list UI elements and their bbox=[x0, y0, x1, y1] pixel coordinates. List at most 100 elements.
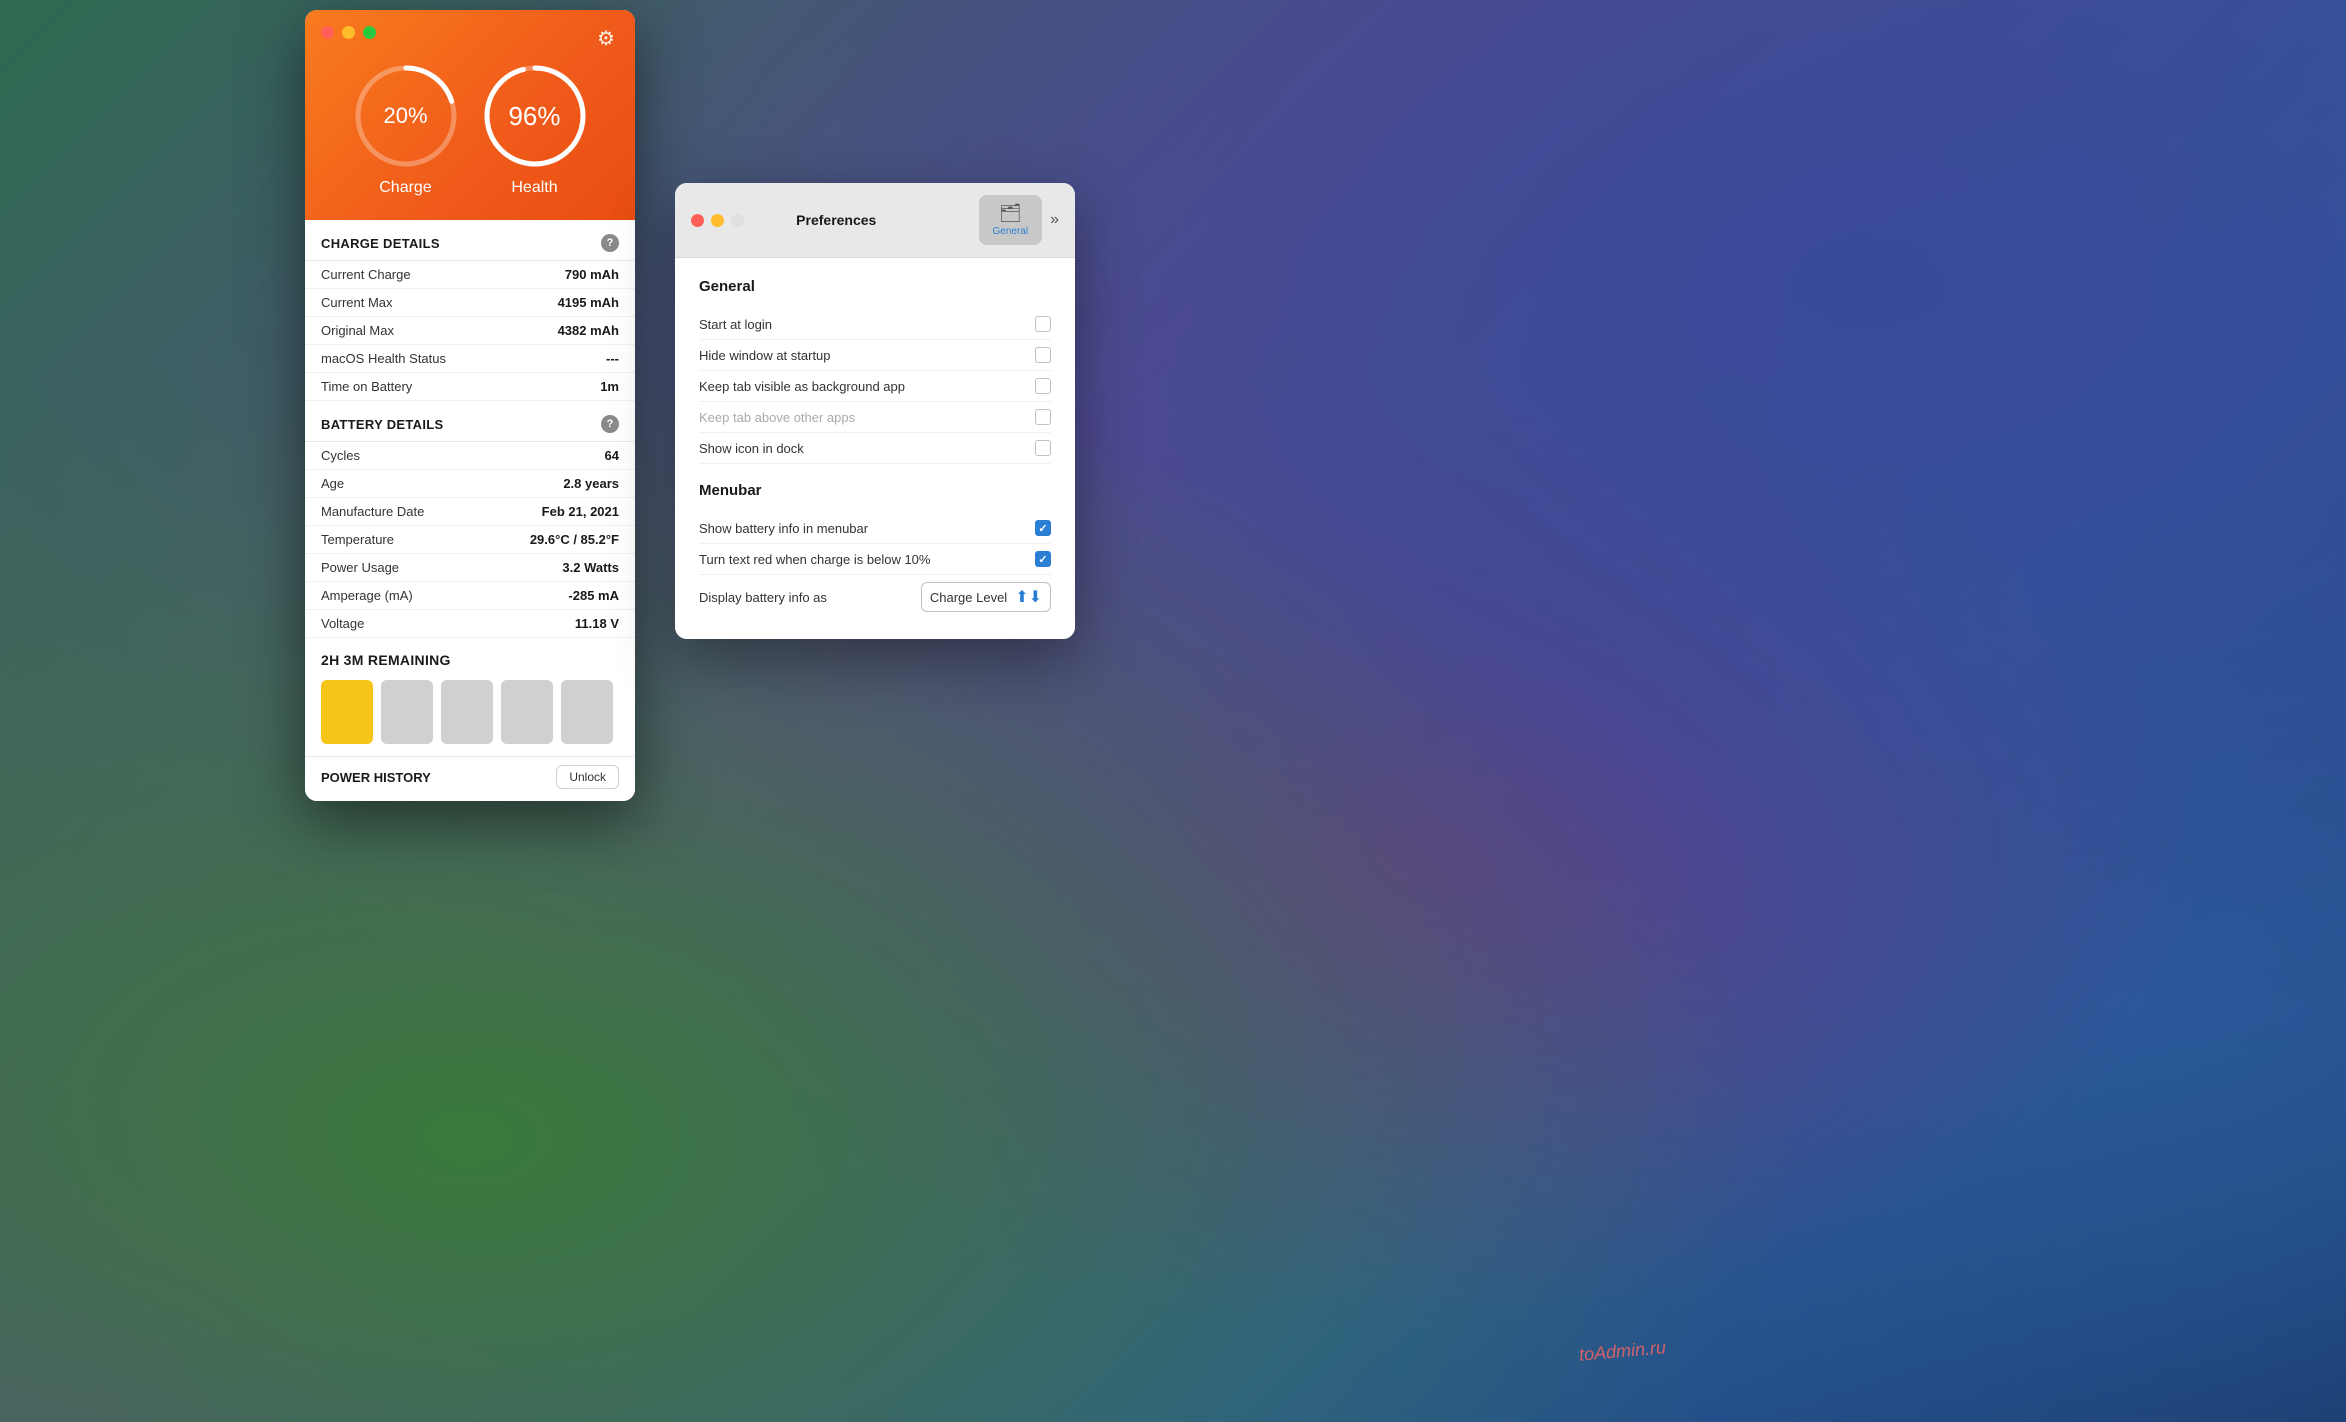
temperature-label: Temperature bbox=[321, 532, 394, 547]
table-row: Power Usage 3.2 Watts bbox=[305, 554, 635, 582]
more-toolbar-button[interactable]: » bbox=[1050, 211, 1059, 229]
show-battery-menubar-label: Show battery info in menubar bbox=[699, 521, 868, 536]
table-row: Current Charge 790 mAh bbox=[305, 261, 635, 289]
start-at-login-row: Start at login bbox=[699, 309, 1051, 340]
amperage-value: -285 mA bbox=[568, 588, 619, 603]
table-row: Original Max 4382 mAh bbox=[305, 317, 635, 345]
power-bar-5 bbox=[561, 680, 613, 744]
current-max-label: Current Max bbox=[321, 295, 393, 310]
table-row: Time on Battery 1m bbox=[305, 373, 635, 401]
time-battery-label: Time on Battery bbox=[321, 379, 412, 394]
battery-help-icon[interactable]: ? bbox=[601, 415, 619, 433]
start-at-login-label: Start at login bbox=[699, 317, 772, 332]
power-bar-1 bbox=[321, 680, 373, 744]
charge-help-icon[interactable]: ? bbox=[601, 234, 619, 252]
battery-header: ⚙ 20% Charge 96% bbox=[305, 10, 635, 220]
power-bars bbox=[305, 676, 635, 756]
prefs-titlebar: Preferences 🗂 General » bbox=[675, 183, 1075, 258]
table-row: Manufacture Date Feb 21, 2021 bbox=[305, 498, 635, 526]
prefs-title: Preferences bbox=[706, 212, 967, 228]
battery-body: CHARGE DETAILS ? Current Charge 790 mAh … bbox=[305, 220, 635, 801]
prefs-close-button[interactable] bbox=[691, 214, 704, 227]
original-max-value: 4382 mAh bbox=[558, 323, 619, 338]
power-history-row: POWER HISTORY Unlock bbox=[305, 756, 635, 801]
hide-window-row: Hide window at startup bbox=[699, 340, 1051, 371]
cycles-label: Cycles bbox=[321, 448, 360, 463]
current-charge-value: 790 mAh bbox=[565, 267, 619, 282]
turn-text-red-label: Turn text red when charge is below 10% bbox=[699, 552, 930, 567]
gear-icon[interactable]: ⚙ bbox=[597, 26, 619, 48]
general-section-title: General bbox=[699, 278, 1051, 295]
cycles-value: 64 bbox=[605, 448, 619, 463]
health-circle: 96% bbox=[480, 61, 590, 171]
turn-text-red-row: Turn text red when charge is below 10% bbox=[699, 544, 1051, 575]
show-battery-menubar-checkbox[interactable] bbox=[1035, 520, 1051, 536]
display-battery-row: Display battery info as Charge Level ⬆⬇ bbox=[699, 575, 1051, 619]
current-charge-label: Current Charge bbox=[321, 267, 411, 282]
prefs-body: General Start at login Hide window at st… bbox=[675, 258, 1075, 639]
power-usage-label: Power Usage bbox=[321, 560, 399, 575]
show-icon-dock-row: Show icon in dock bbox=[699, 433, 1051, 464]
keep-tab-visible-row: Keep tab visible as background app bbox=[699, 371, 1051, 402]
health-circle-container: 96% Health bbox=[480, 61, 590, 197]
battery-details-title: BATTERY DETAILS bbox=[321, 417, 443, 432]
unlock-button[interactable]: Unlock bbox=[556, 765, 619, 789]
power-bar-2 bbox=[381, 680, 433, 744]
turn-text-red-checkbox[interactable] bbox=[1035, 551, 1051, 567]
power-bar-3 bbox=[441, 680, 493, 744]
battery-app-window: ⚙ 20% Charge 96% bbox=[305, 10, 635, 801]
select-arrow-icon: ⬆⬇ bbox=[1015, 587, 1042, 607]
battery-circles: 20% Charge 96% Health bbox=[321, 51, 619, 197]
power-bar-4 bbox=[501, 680, 553, 744]
health-percent: 96% bbox=[480, 61, 590, 171]
table-row: Current Max 4195 mAh bbox=[305, 289, 635, 317]
start-at-login-checkbox[interactable] bbox=[1035, 316, 1051, 332]
table-row: Voltage 11.18 V bbox=[305, 610, 635, 638]
show-icon-dock-checkbox[interactable] bbox=[1035, 440, 1051, 456]
table-row: Amperage (mA) -285 mA bbox=[305, 582, 635, 610]
table-row: Cycles 64 bbox=[305, 442, 635, 470]
power-usage-value: 3.2 Watts bbox=[562, 560, 619, 575]
keep-tab-above-checkbox[interactable] bbox=[1035, 409, 1051, 425]
age-label: Age bbox=[321, 476, 344, 491]
show-icon-dock-label: Show icon in dock bbox=[699, 441, 804, 456]
time-battery-value: 1m bbox=[600, 379, 619, 394]
voltage-label: Voltage bbox=[321, 616, 364, 631]
general-toolbar-icon: 🗂 bbox=[999, 203, 1022, 224]
charge-details-header: CHARGE DETAILS ? bbox=[305, 220, 635, 261]
general-toolbar-button[interactable]: 🗂 General bbox=[979, 195, 1043, 245]
preferences-window: Preferences 🗂 General » General Start at… bbox=[675, 183, 1075, 639]
power-history-label: POWER HISTORY bbox=[321, 770, 431, 785]
hide-window-checkbox[interactable] bbox=[1035, 347, 1051, 363]
traffic-lights bbox=[321, 26, 619, 39]
macos-health-label: macOS Health Status bbox=[321, 351, 446, 366]
minimize-button[interactable] bbox=[342, 26, 355, 39]
charge-percent: 20% bbox=[351, 61, 461, 171]
maximize-button[interactable] bbox=[363, 26, 376, 39]
current-max-value: 4195 mAh bbox=[558, 295, 619, 310]
close-button[interactable] bbox=[321, 26, 334, 39]
keep-tab-visible-checkbox[interactable] bbox=[1035, 378, 1051, 394]
display-battery-select[interactable]: Charge Level ⬆⬇ bbox=[921, 582, 1051, 612]
original-max-label: Original Max bbox=[321, 323, 394, 338]
keep-tab-above-row: Keep tab above other apps bbox=[699, 402, 1051, 433]
menubar-section-title: Menubar bbox=[699, 482, 1051, 499]
keep-tab-above-label: Keep tab above other apps bbox=[699, 410, 855, 425]
age-value: 2.8 years bbox=[563, 476, 619, 491]
display-battery-label: Display battery info as bbox=[699, 590, 827, 605]
prefs-toolbar: 🗂 General » bbox=[979, 195, 1059, 245]
battery-details-header: BATTERY DETAILS ? bbox=[305, 401, 635, 442]
hide-window-label: Hide window at startup bbox=[699, 348, 831, 363]
table-row: macOS Health Status --- bbox=[305, 345, 635, 373]
macos-health-value: --- bbox=[606, 351, 619, 366]
display-battery-value: Charge Level bbox=[930, 590, 1007, 605]
table-row: Age 2.8 years bbox=[305, 470, 635, 498]
table-row: Temperature 29.6°C / 85.2°F bbox=[305, 526, 635, 554]
temperature-value: 29.6°C / 85.2°F bbox=[530, 532, 619, 547]
manufacture-date-value: Feb 21, 2021 bbox=[542, 504, 619, 519]
manufacture-date-label: Manufacture Date bbox=[321, 504, 424, 519]
voltage-value: 11.18 V bbox=[575, 616, 619, 631]
remaining-text: 2H 3M REMAINING bbox=[305, 638, 635, 676]
charge-details-title: CHARGE DETAILS bbox=[321, 236, 440, 251]
health-label: Health bbox=[511, 179, 557, 197]
